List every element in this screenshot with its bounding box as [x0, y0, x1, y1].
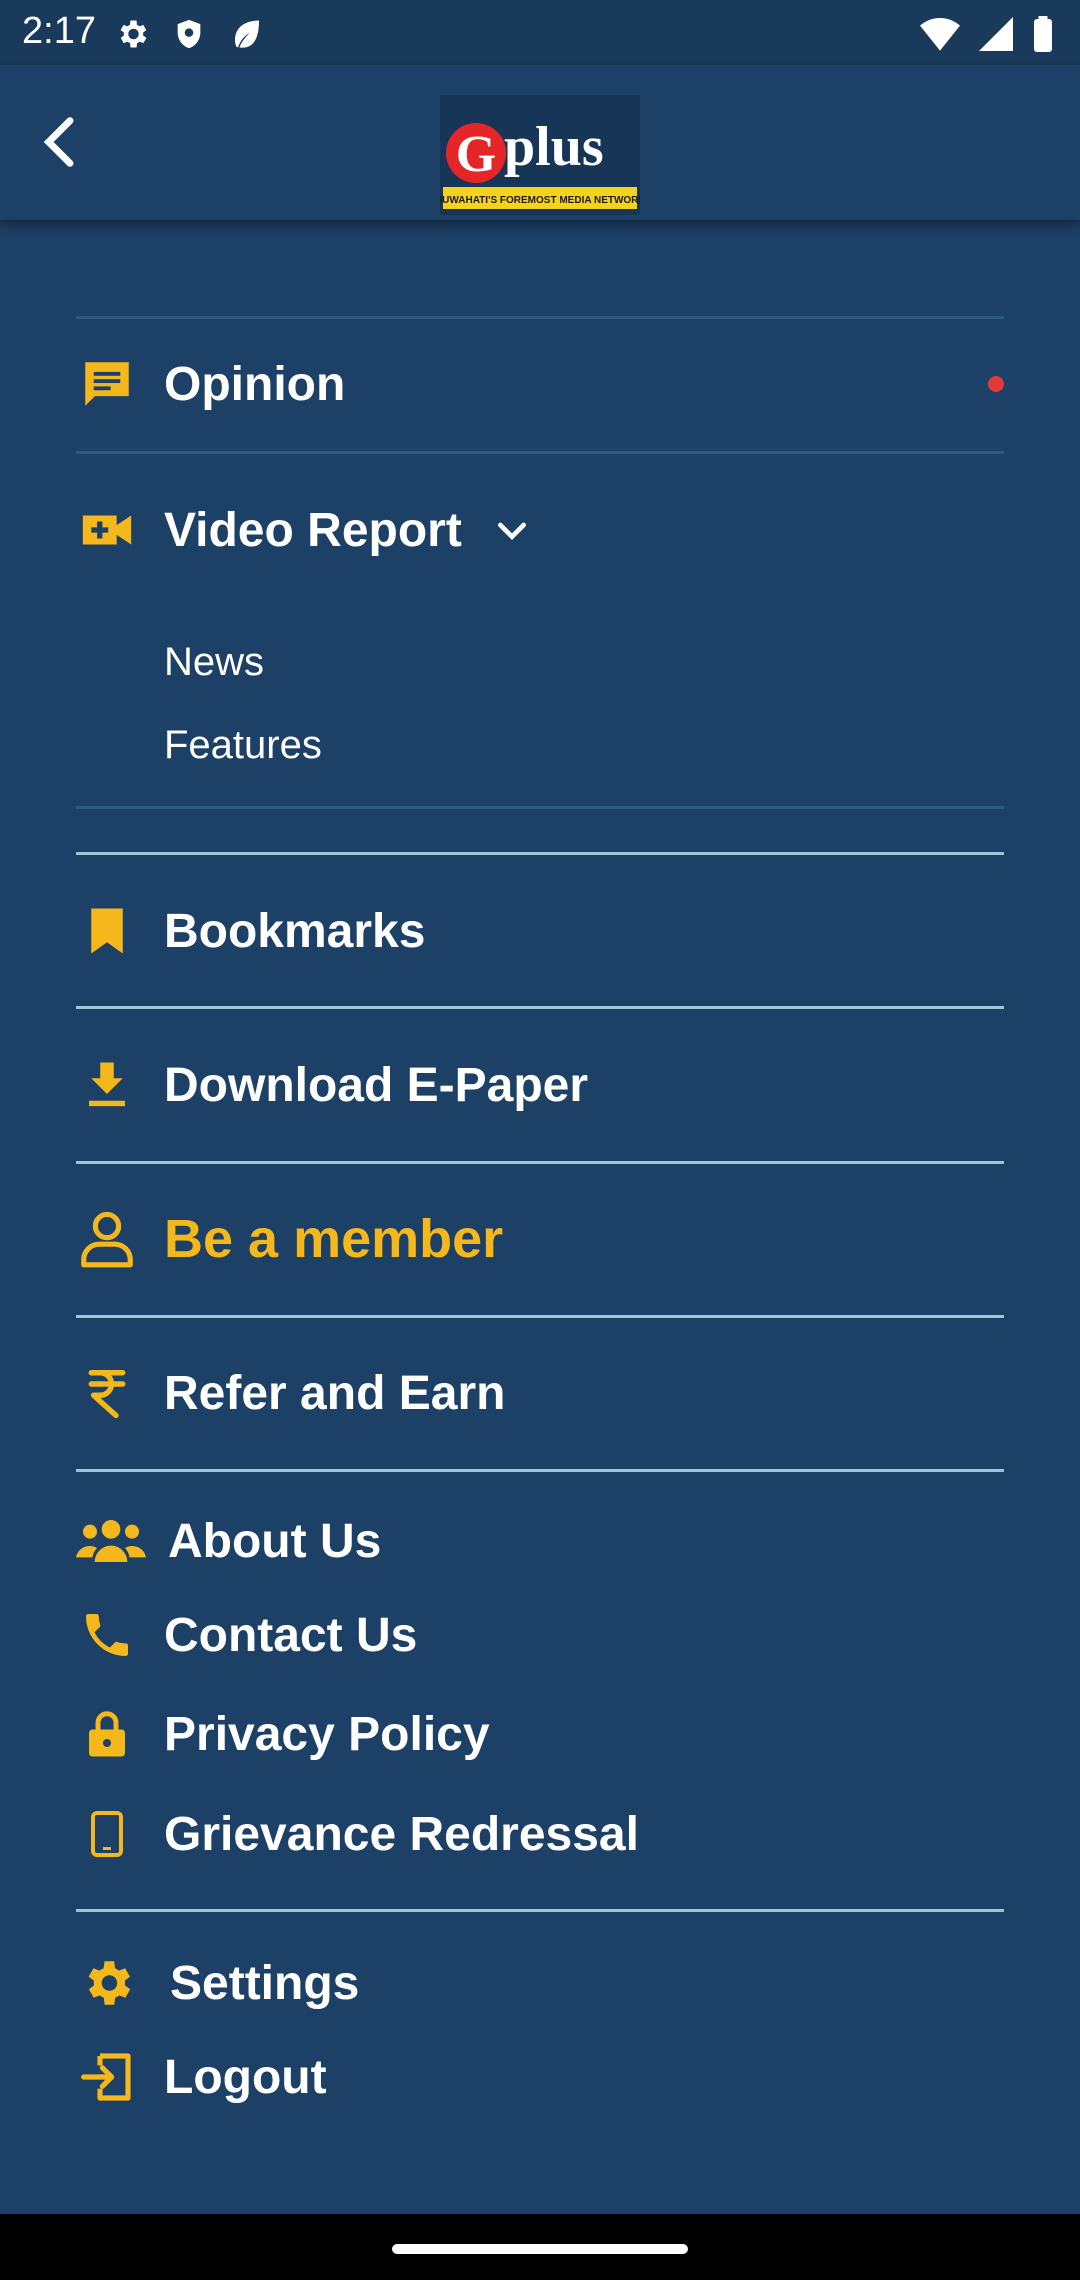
settings-label: Settings: [170, 1956, 360, 2010]
settings-status-icon: [120, 20, 147, 48]
menu-item-download-epaper[interactable]: Download E-Paper: [76, 1045, 1004, 1125]
menu-item-video-report[interactable]: Video Report: [76, 490, 1004, 570]
mobile-phone-icon: [76, 1803, 138, 1865]
menu-item-opinion[interactable]: Opinion: [76, 344, 1004, 424]
home-gesture-handle[interactable]: [392, 2244, 688, 2254]
menu-item-contact-us[interactable]: Contact Us: [76, 1595, 1004, 1675]
menu-item-privacy-policy[interactable]: Privacy Policy: [76, 1694, 1004, 1774]
chevron-down-icon[interactable]: [492, 510, 532, 550]
menu-item-refer-earn[interactable]: Refer and Earn: [76, 1353, 1004, 1433]
logo-tagline: GUWAHATI'S FOREMOST MEDIA NETWORK: [440, 195, 640, 206]
opinion-label: Opinion: [164, 357, 346, 411]
leaf-status-icon: [235, 20, 259, 48]
refer-earn-label: Refer and Earn: [164, 1366, 506, 1420]
status-time: 2:17: [22, 10, 96, 52]
logout-label: Logout: [164, 2050, 327, 2104]
person-outline-icon: [76, 1208, 138, 1270]
video-add-icon: [76, 499, 138, 561]
wifi-icon: [920, 18, 960, 51]
divider: [76, 1315, 1004, 1318]
menu-item-be-member[interactable]: Be a member: [76, 1199, 1004, 1279]
be-member-label: Be a member: [164, 1209, 504, 1269]
menu-item-about-us[interactable]: About Us: [76, 1501, 1004, 1581]
privacy-policy-label: Privacy Policy: [164, 1707, 490, 1761]
status-bar: 2:17: [0, 0, 1080, 65]
battery-icon: [1034, 16, 1052, 52]
submenu-item-news[interactable]: News: [164, 640, 264, 685]
logo-text: plus: [504, 116, 604, 178]
phone-icon: [76, 1604, 138, 1666]
gear-icon: [76, 1952, 138, 2014]
lock-icon: [76, 1703, 138, 1765]
submenu-item-features[interactable]: Features: [164, 723, 322, 768]
signal-icon: [979, 17, 1013, 51]
divider: [76, 451, 1004, 454]
divider: [76, 1469, 1004, 1472]
contact-us-label: Contact Us: [164, 1608, 418, 1662]
shield-status-icon: [177, 19, 201, 49]
about-us-label: About Us: [168, 1514, 382, 1568]
back-arrow-icon[interactable]: [30, 110, 94, 174]
logout-icon: [76, 2046, 138, 2108]
logo-letter: G: [456, 126, 496, 183]
grievance-label: Grievance Redressal: [164, 1807, 639, 1861]
video-report-label: Video Report: [164, 503, 462, 557]
divider: [76, 1909, 1004, 1912]
notification-dot: [988, 376, 1004, 392]
chat-icon: [76, 353, 138, 415]
divider: [76, 806, 1004, 809]
menu-item-settings[interactable]: Settings: [76, 1943, 1004, 2023]
people-icon: [76, 1510, 146, 1572]
divider: [76, 1161, 1004, 1164]
divider: [76, 316, 1004, 319]
divider: [76, 1006, 1004, 1009]
download-icon: [76, 1054, 138, 1116]
app-bar: G plus GUWAHATI'S FOREMOST MEDIA NETWORK: [0, 65, 1080, 220]
menu-item-logout[interactable]: Logout: [76, 2037, 1004, 2117]
bookmarks-label: Bookmarks: [164, 904, 426, 958]
divider: [76, 852, 1004, 855]
rupee-icon: [76, 1362, 138, 1424]
download-epaper-label: Download E-Paper: [164, 1058, 589, 1112]
gplus-logo: G plus GUWAHATI'S FOREMOST MEDIA NETWORK: [434, 95, 646, 215]
bookmark-icon: [76, 900, 138, 962]
menu-item-grievance[interactable]: Grievance Redressal: [76, 1794, 1004, 1874]
menu-item-bookmarks[interactable]: Bookmarks: [76, 891, 1004, 971]
